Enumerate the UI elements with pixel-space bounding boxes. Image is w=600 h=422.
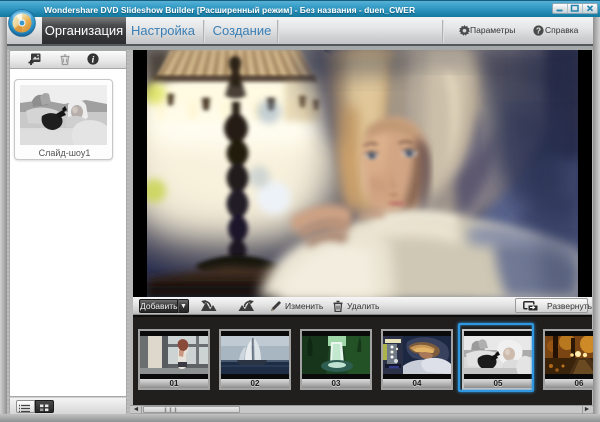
svg-text:i: i <box>92 55 95 65</box>
svg-text:?: ? <box>536 27 541 36</box>
